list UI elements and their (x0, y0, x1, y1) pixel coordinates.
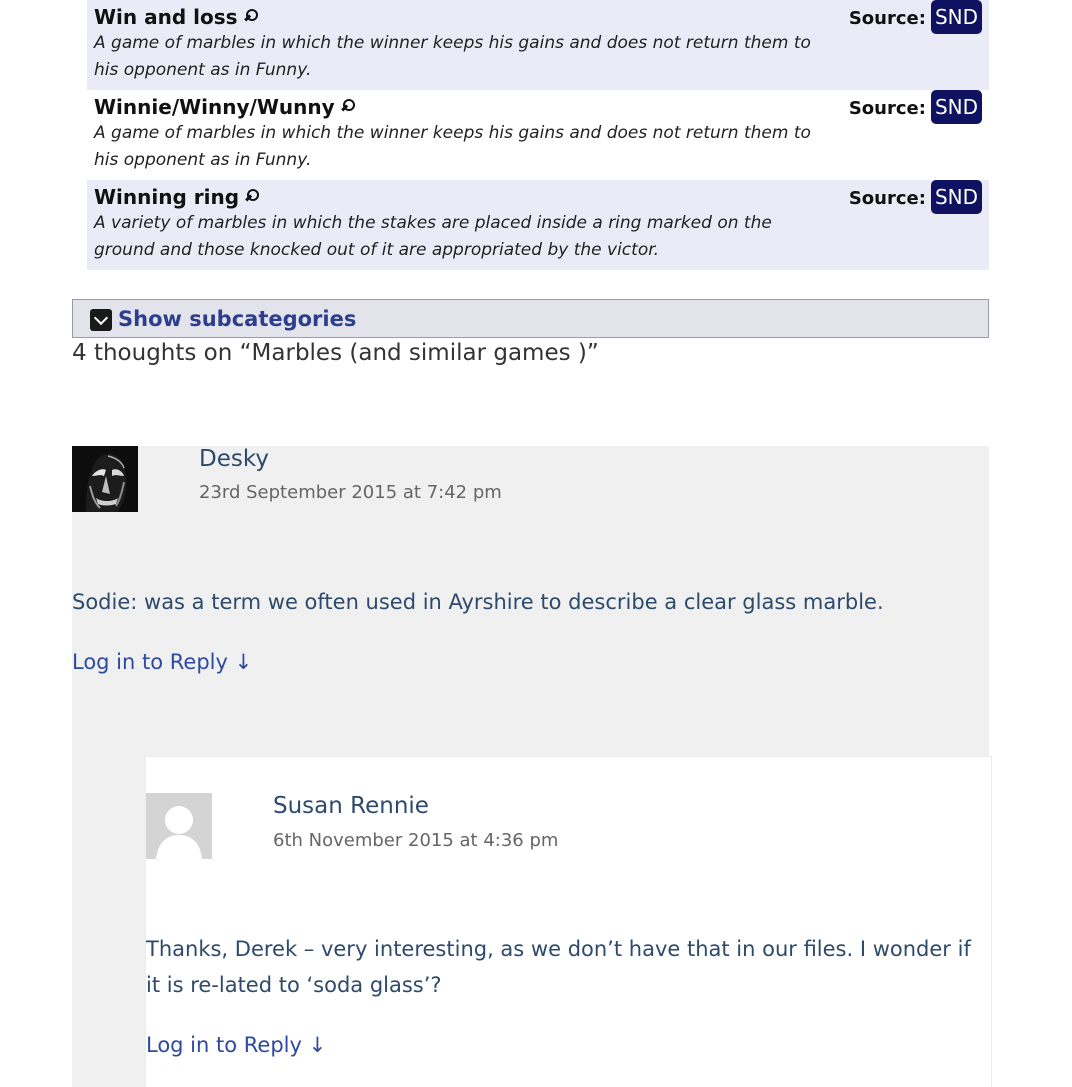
default-user-icon (146, 793, 212, 859)
show-subcategories-label[interactable]: Show subcategories (118, 307, 356, 331)
source-label: Source: (848, 98, 926, 119)
comment-body: Thanks, Derek – very interesting, as we … (146, 937, 971, 997)
source-label: Source: (848, 8, 926, 29)
show-subcategories-toggle[interactable]: Show subcategories (72, 299, 989, 338)
log-in-to-reply-link[interactable]: Log in to Reply ↓ (72, 650, 252, 674)
source-label: Source: (848, 188, 926, 209)
entry-source: Source: SND (849, 90, 982, 124)
glossary-entries: Win and loss A game of marbles in which … (87, 0, 989, 270)
entry-definition: A game of marbles in which the winner ke… (94, 33, 811, 80)
entry-title[interactable]: Winnie/Winny/Wunny (94, 94, 335, 120)
user-portrait-icon (72, 446, 138, 512)
log-in-to-reply-link[interactable]: Log in to Reply ↓ (146, 1033, 326, 1057)
magnifier-icon[interactable] (340, 98, 356, 116)
avatar (146, 793, 212, 859)
comments-title: 4 thoughts on “Marbles (and similar game… (72, 340, 599, 366)
comment-author[interactable]: Susan Rennie (273, 793, 429, 819)
source-badge[interactable]: SND (930, 90, 982, 124)
entry-winning-ring: Winning ring A variety of marbles in whi… (87, 180, 989, 270)
entry-winnie: Winnie/Winny/Wunny A game of marbles in … (87, 90, 989, 180)
entry-source: Source: SND (849, 180, 982, 214)
source-badge[interactable]: SND (930, 180, 982, 214)
entry-source: Source: SND (849, 0, 982, 34)
source-badge[interactable]: SND (930, 0, 982, 34)
avatar (72, 446, 138, 512)
comment-susan-rennie: Susan Rennie 6th November 2015 at 4:36 p… (145, 756, 992, 1087)
entry-win-and-loss: Win and loss A game of marbles in which … (87, 0, 989, 90)
entry-title[interactable]: Win and loss (94, 4, 238, 30)
comment-date[interactable]: 23rd September 2015 at 7:42 pm (199, 482, 502, 503)
entry-definition: A variety of marbles in which the stakes… (94, 213, 772, 260)
entry-definition: A game of marbles in which the winner ke… (94, 123, 811, 170)
comment-author[interactable]: Desky (199, 446, 269, 472)
magnifier-icon[interactable] (243, 8, 259, 26)
comment-body: Sodie: was a term we often used in Ayrsh… (72, 590, 884, 614)
magnifier-icon[interactable] (244, 188, 260, 206)
entry-title[interactable]: Winning ring (94, 184, 239, 210)
chevron-down-icon[interactable] (90, 309, 112, 331)
comment-date[interactable]: 6th November 2015 at 4:36 pm (273, 830, 558, 851)
